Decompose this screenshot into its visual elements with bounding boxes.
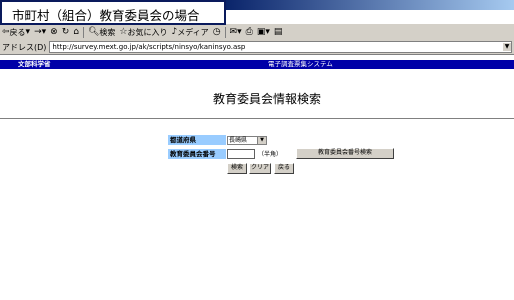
search-form: 都道府県 長崎県 ▼ 教育委員会番号 （半角） 教育委員会番号検索 検索 クリア…	[0, 0, 514, 300]
halfwidth-hint: （半角）	[258, 151, 283, 158]
back-page-button[interactable]: 戻る	[274, 163, 294, 174]
board-number-input[interactable]	[227, 149, 255, 159]
caption-text: 市町村（組合）教育委員会の場合	[12, 8, 200, 23]
chevron-down-icon[interactable]: ▼	[257, 137, 266, 144]
caption-box: 市町村（組合）教育委員会の場合	[0, 0, 226, 25]
clear-button[interactable]: クリア	[249, 163, 271, 174]
prefecture-select-value: 長崎県	[229, 137, 248, 144]
search-submit-button[interactable]: 検索	[227, 163, 247, 174]
board-number-label: 教育委員会番号	[168, 149, 226, 159]
prefecture-select[interactable]: 長崎県 ▼	[227, 136, 267, 145]
prefecture-label: 都道府県	[168, 135, 226, 145]
board-number-search-button[interactable]: 教育委員会番号検索	[296, 148, 394, 159]
